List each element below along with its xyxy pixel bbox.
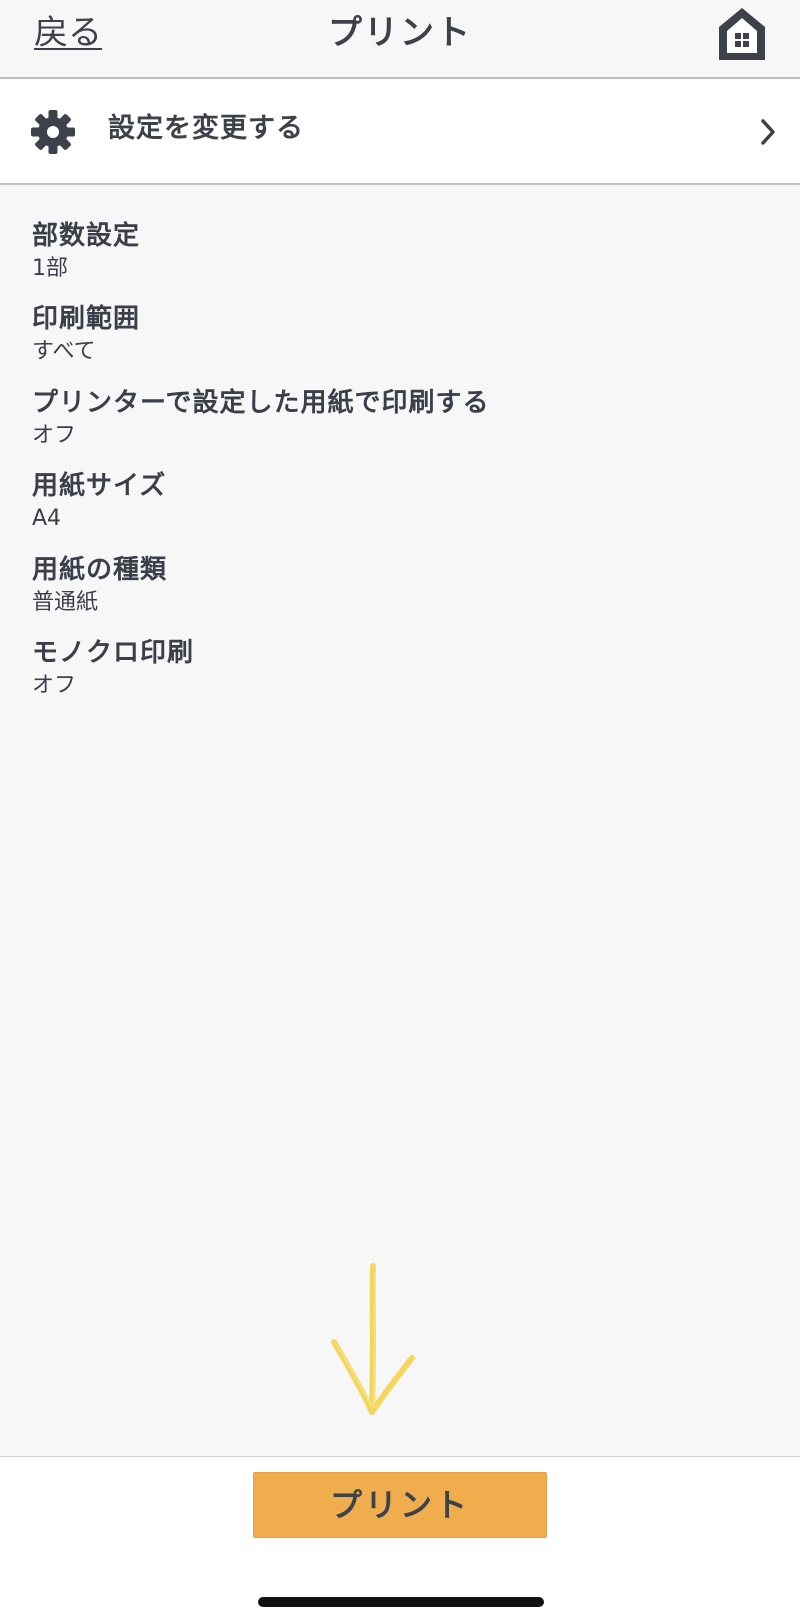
- setting-printer-paper: プリンターで設定した用紙で印刷する オフ: [32, 385, 772, 468]
- setting-value: 1部: [32, 256, 68, 281]
- navigation-bar: 戻る プリント: [0, 0, 800, 79]
- setting-value: 普通紙: [32, 589, 99, 615]
- gear-icon: [31, 110, 75, 154]
- setting-paper-type: 用紙の種類 普通紙: [32, 552, 772, 635]
- setting-monochrome: モノクロ印刷 オフ: [32, 635, 772, 718]
- setting-name: 印刷範囲: [32, 304, 141, 335]
- setting-name: 用紙サイズ: [32, 471, 167, 502]
- home-button[interactable]: [717, 6, 767, 62]
- setting-value: オフ: [32, 672, 77, 698]
- footer-toolbar: プリント: [0, 1456, 800, 1623]
- home-indicator[interactable]: [258, 1597, 544, 1607]
- setting-paper-size: 用紙サイズ A4: [32, 468, 772, 551]
- setting-name: モノクロ印刷: [32, 637, 195, 668]
- page-title: プリント: [328, 13, 472, 53]
- setting-name: 部数設定: [32, 221, 141, 251]
- setting-name: プリンターで設定した用紙で印刷する: [32, 387, 490, 418]
- chevron-right-icon: [761, 119, 775, 145]
- print-button[interactable]: プリント: [253, 1472, 547, 1538]
- settings-summary-list: 部数設定 1部 印刷範囲 すべて プリンターで設定した用紙で印刷する オフ 用紙…: [32, 218, 772, 718]
- setting-value: オフ: [32, 422, 77, 448]
- arrow-down-annotation: [331, 1263, 415, 1415]
- change-settings-label: 設定を変更する: [108, 113, 304, 144]
- setting-value: すべて: [32, 339, 96, 365]
- setting-value: A4: [32, 506, 62, 532]
- setting-name: 用紙の種類: [32, 554, 168, 585]
- setting-print-range: 印刷範囲 すべて: [32, 301, 772, 384]
- home-icon: [719, 8, 765, 60]
- change-settings-row[interactable]: 設定を変更する: [0, 79, 800, 185]
- setting-copies: 部数設定 1部: [32, 218, 772, 301]
